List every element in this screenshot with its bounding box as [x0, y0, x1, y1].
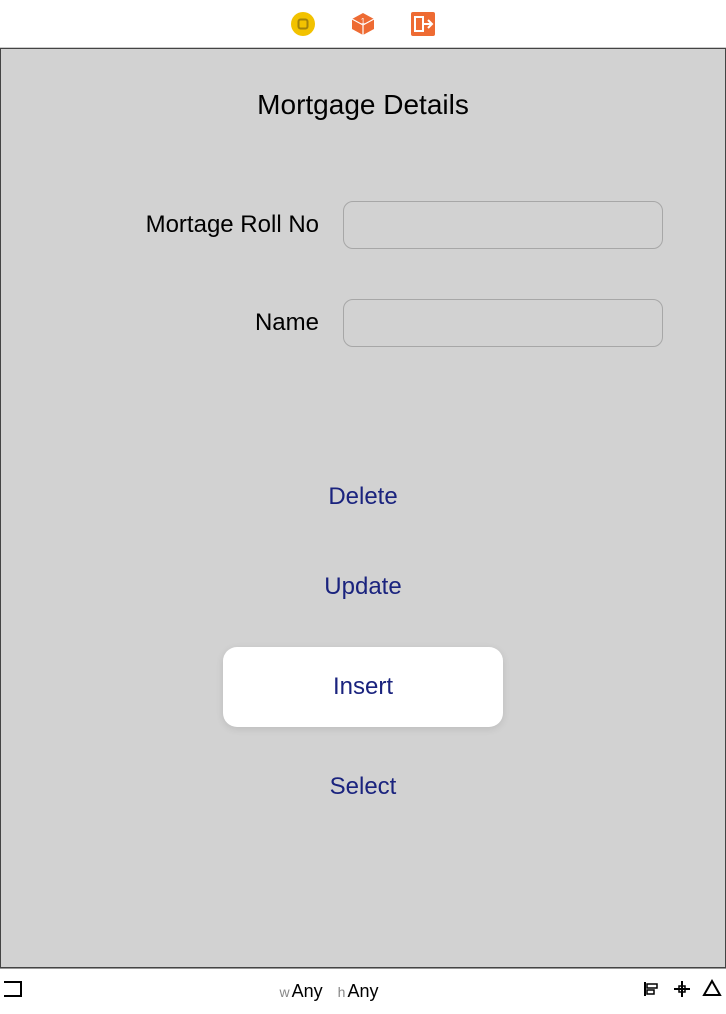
align-icon[interactable] [642, 979, 662, 1004]
select-button[interactable]: Select [223, 757, 503, 817]
logout-icon[interactable] [409, 10, 437, 38]
device-icon[interactable] [4, 978, 26, 1005]
form-row-name: Name [63, 299, 663, 347]
form-row-rollno: Mortage Roll No [63, 201, 663, 249]
top-toolbar: 1 [0, 0, 726, 48]
delete-button[interactable]: Delete [223, 467, 503, 527]
name-label: Name [63, 309, 343, 337]
w-value: Any [292, 981, 323, 1001]
insert-button[interactable]: Insert [223, 647, 503, 727]
resolve-icon[interactable] [702, 979, 722, 1004]
w-prefix: w [280, 984, 290, 1000]
coin-icon[interactable] [289, 10, 317, 38]
rollno-input[interactable] [343, 201, 663, 249]
h-prefix: h [338, 984, 346, 1000]
main-canvas: Mortgage Details Mortage Roll No Name De… [0, 48, 726, 968]
size-class-indicator[interactable]: wAny hAny [26, 981, 642, 1002]
name-input[interactable] [343, 299, 663, 347]
svg-text:1: 1 [361, 17, 366, 26]
h-value: Any [347, 981, 378, 1001]
action-button-stack: Delete Update Insert Select [223, 467, 503, 817]
update-button[interactable]: Update [223, 557, 503, 617]
pin-icon[interactable] [672, 979, 692, 1004]
rollno-label: Mortage Roll No [63, 211, 343, 239]
cube-icon[interactable]: 1 [349, 10, 377, 38]
page-title: Mortgage Details [257, 89, 469, 121]
bottom-bar: wAny hAny [0, 968, 726, 1014]
